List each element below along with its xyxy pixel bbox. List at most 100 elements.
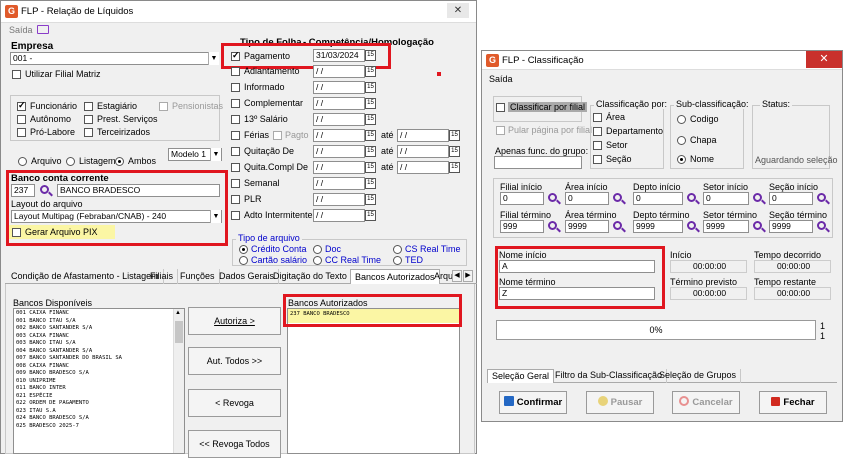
utilizar-filial-matriz-checkbox[interactable] — [12, 70, 21, 79]
search-icon[interactable] — [548, 221, 557, 230]
filial-inicio-input[interactable]: 0 — [500, 192, 544, 205]
cc-real-time-radio[interactable] — [313, 256, 322, 265]
chapa-radio[interactable] — [677, 136, 686, 145]
ted-radio[interactable] — [393, 256, 402, 265]
calendar-icon[interactable]: 15 — [365, 82, 376, 93]
search-icon[interactable] — [613, 193, 622, 202]
terceirizados-checkbox[interactable] — [84, 128, 93, 137]
list-item[interactable]: 002 BANCO SANTANDER S/A — [16, 325, 182, 333]
list-item[interactable]: 023 ITAU S.A — [16, 408, 182, 416]
fechar-button[interactable]: Fechar — [759, 391, 827, 414]
screen-icon[interactable] — [37, 25, 49, 34]
search-icon[interactable] — [817, 193, 826, 202]
menu-saida[interactable]: Saída — [9, 25, 33, 35]
scrollbar[interactable]: ▲ — [173, 309, 184, 453]
adiantamento-checkbox[interactable] — [231, 67, 240, 76]
tab-filtro-sub-classificacao[interactable]: Filtro da Sub-Classificação — [551, 369, 668, 383]
empresa-select[interactable]: 001 - — [10, 52, 219, 65]
menu-saida[interactable]: Saída — [489, 74, 513, 84]
bancos-disponiveis-list[interactable]: 001 CAIXA FINANC 001 BANCO ITAU S/A 002 BA… — [13, 308, 185, 454]
tab-scroll-left-icon[interactable]: ◀ — [452, 270, 462, 282]
close-button[interactable]: ✕ — [806, 51, 842, 68]
area-inicio-input[interactable]: 0 — [565, 192, 609, 205]
list-item[interactable]: 010 UNIPRIME — [16, 378, 182, 386]
codigo-radio[interactable] — [677, 115, 686, 124]
revoga-button[interactable]: < Revoga — [188, 389, 281, 417]
tab-scroll-right-icon[interactable]: ▶ — [463, 270, 473, 282]
calendar-icon[interactable]: 15 — [365, 114, 376, 125]
adiantamento-date-input[interactable]: / / — [313, 65, 365, 78]
ferias-checkbox[interactable] — [231, 131, 240, 140]
ferias-de-input[interactable]: / / — [313, 129, 365, 142]
quita-compl-de-input[interactable]: / / — [313, 161, 365, 174]
list-item[interactable]: 021 ESPÉCIE — [16, 393, 182, 401]
list-item[interactable]: 022 ORDEM DE PAGAMENTO — [16, 400, 182, 408]
list-item[interactable]: 025 BRADESCO 2025-7 — [16, 423, 182, 431]
tab-condicao-afastamento[interactable]: Condição de Afastamento - Listagem — [7, 269, 164, 284]
tab-selecao-geral[interactable]: Seleção Geral — [487, 369, 555, 383]
search-icon[interactable] — [753, 193, 762, 202]
calendar-icon[interactable]: 15 — [365, 98, 376, 109]
cs-real-time-radio[interactable] — [393, 245, 402, 254]
depto-inicio-input[interactable]: 0 — [633, 192, 683, 205]
ambos-radio[interactable] — [115, 157, 124, 166]
list-item[interactable]: 003 CAIXA FINANC — [16, 333, 182, 341]
calendar-icon[interactable]: 15 — [365, 210, 376, 221]
classificar-por-filial-checkbox[interactable] — [496, 103, 505, 112]
informado-checkbox[interactable] — [231, 83, 240, 92]
estagiario-checkbox[interactable] — [84, 102, 93, 111]
prest-servicos-checkbox[interactable] — [84, 115, 93, 124]
secao-termino-input[interactable]: 9999 — [769, 220, 813, 233]
credito-conta-radio[interactable] — [239, 245, 248, 254]
chevron-down-icon[interactable]: ▼ — [208, 52, 219, 65]
search-icon[interactable] — [687, 221, 696, 230]
search-icon[interactable] — [613, 221, 622, 230]
complementar-checkbox[interactable] — [231, 99, 240, 108]
list-item[interactable]: 003 BANCO ITAU S/A — [16, 340, 182, 348]
plr-checkbox[interactable] — [231, 195, 240, 204]
calendar-icon[interactable]: 15 — [365, 146, 376, 157]
autoriza-button[interactable]: Autoriza > — [188, 307, 281, 335]
filial-termino-input[interactable]: 999 — [500, 220, 544, 233]
pagto-checkbox[interactable] — [273, 131, 282, 140]
tab-digitacao-texto[interactable]: Digitação do Texto — [269, 269, 352, 284]
search-icon[interactable] — [687, 193, 696, 202]
list-item[interactable]: 011 BANCO INTER — [16, 385, 182, 393]
nome-radio[interactable] — [677, 155, 686, 164]
pensionistas-checkbox[interactable] — [159, 102, 168, 111]
area-checkbox[interactable] — [593, 113, 602, 122]
doc-radio[interactable] — [313, 245, 322, 254]
plr-date-input[interactable]: / / — [313, 193, 365, 206]
tab-bancos-autorizados[interactable]: Bancos Autorizados — [350, 269, 440, 284]
list-item[interactable]: 009 BANCO BRADESCO S/A — [16, 370, 182, 378]
cancelar-button[interactable]: Cancelar — [672, 391, 740, 414]
listagem-radio[interactable] — [66, 157, 75, 166]
close-button[interactable]: ✕ — [447, 3, 469, 18]
scroll-thumb[interactable] — [175, 321, 183, 343]
quitacao-checkbox[interactable] — [231, 147, 240, 156]
autonomo-checkbox[interactable] — [17, 115, 26, 124]
complementar-date-input[interactable]: / / — [313, 97, 365, 110]
setor-inicio-input[interactable]: 0 — [703, 192, 749, 205]
scroll-up-icon[interactable]: ▲ — [175, 310, 181, 316]
calendar-icon[interactable]: 15 — [365, 162, 376, 173]
depto-termino-input[interactable]: 9999 — [633, 220, 683, 233]
arquivo-radio[interactable] — [18, 157, 27, 166]
quitacao-ate-input[interactable]: / / — [397, 145, 449, 158]
search-icon[interactable] — [548, 193, 557, 202]
calendar-icon[interactable]: 15 — [365, 66, 376, 77]
list-item[interactable]: 008 CAIXA FINANC — [16, 363, 182, 371]
calendar-icon[interactable]: 15 — [365, 130, 376, 141]
list-item[interactable]: 004 BANCO SANTANDER S/A — [16, 348, 182, 356]
area-termino-input[interactable]: 9999 — [565, 220, 609, 233]
list-item[interactable]: 007 BANCO SANTANDER DO BRASIL SA — [16, 355, 182, 363]
semanal-checkbox[interactable] — [231, 179, 240, 188]
pausar-button[interactable]: Pausar — [586, 391, 654, 414]
funcionario-checkbox[interactable] — [17, 100, 26, 111]
departamento-checkbox[interactable] — [593, 127, 602, 136]
list-item[interactable]: 001 CAIXA FINANC — [16, 310, 182, 318]
tab-filiais[interactable]: Filiais — [146, 269, 179, 284]
aut-todos-button[interactable]: Aut. Todos >> — [188, 347, 281, 375]
list-item[interactable]: 001 BANCO ITAU S/A — [16, 318, 182, 326]
chevron-down-icon[interactable]: ▼ — [210, 148, 221, 161]
